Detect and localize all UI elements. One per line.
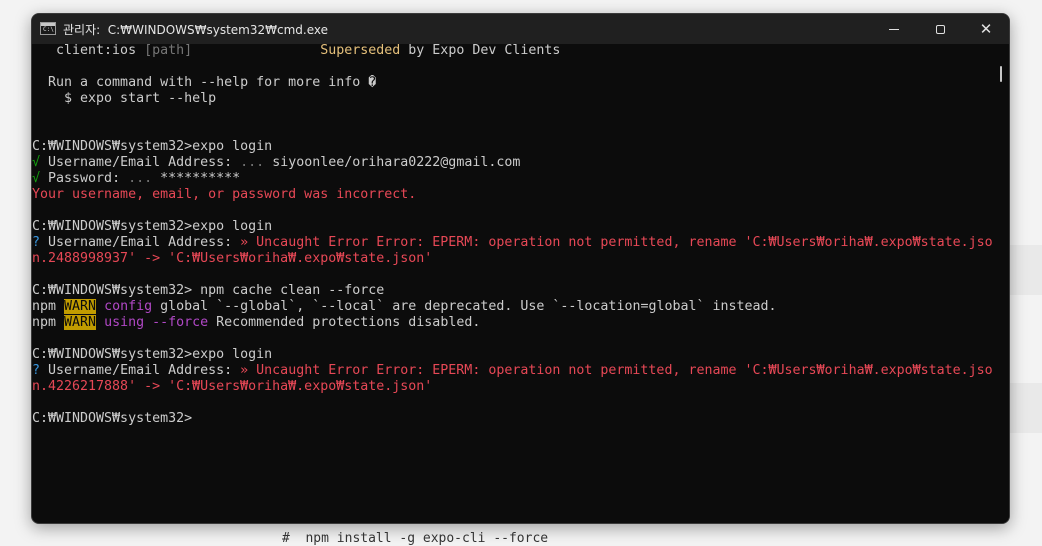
checkmark-icon: √ (32, 155, 41, 170)
console-error-line: Your username, email, or password was in… (32, 187, 417, 202)
console-error-line: n.2488998937' -> 'C:₩Users₩oriha₩.expo₩s… (32, 251, 433, 266)
console-line: npm WARN config global `--global`, `--lo… (32, 299, 777, 314)
minimize-icon (889, 28, 899, 30)
warn-badge: WARN (64, 315, 97, 330)
console-line: C:₩WINDOWS₩system32>expo login (32, 219, 273, 234)
background-panel (1008, 383, 1042, 433)
background-panel (1008, 245, 1042, 295)
cmd-window: C:\ 관리자: C:₩WINDOWS₩system32₩cmd.exe ✕ c… (31, 13, 1010, 524)
console-error-line: n.4226217888' -> 'C:₩Users₩oriha₩.expo₩s… (32, 379, 433, 394)
console-line: ? Username/Email Address: » Uncaught Err… (32, 363, 993, 378)
console-line: Run a command with --help for more info … (32, 75, 377, 90)
checkmark-icon: √ (32, 171, 41, 186)
warn-badge: WARN (64, 299, 97, 314)
maximize-icon (935, 24, 945, 34)
console-line: $ expo start --help (32, 91, 217, 106)
title-bar[interactable]: C:\ 관리자: C:₩WINDOWS₩system32₩cmd.exe ✕ (32, 14, 1009, 44)
console-line: C:₩WINDOWS₩system32>expo login (32, 139, 273, 154)
console-line: √ Username/Email Address: ... siyoonlee/… (32, 155, 521, 170)
console-line: C:₩WINDOWS₩system32> npm cache clean --f… (32, 283, 385, 298)
close-icon: ✕ (979, 19, 993, 38)
minimize-button[interactable] (871, 14, 917, 44)
close-button[interactable]: ✕ (963, 14, 1009, 44)
console-line: C:₩WINDOWS₩system32>expo login (32, 347, 273, 362)
cmd-app-icon[interactable]: C:\ (40, 22, 56, 35)
maximize-button[interactable] (917, 14, 963, 44)
window-title: 관리자: C:₩WINDOWS₩system32₩cmd.exe (63, 23, 329, 37)
question-icon: ? (32, 235, 41, 250)
command-prompt[interactable]: C:₩WINDOWS₩system32> (32, 411, 994, 427)
question-icon: ? (32, 363, 41, 378)
vertical-scrollbar[interactable] (994, 44, 1009, 523)
background-text: # npm install -g expo-cli --force (282, 531, 549, 546)
console-output[interactable]: client:ios [path] Superseded by Expo Dev… (32, 44, 994, 523)
console-line: npm WARN using --force Recommended prote… (32, 315, 481, 330)
console-line: ? Username/Email Address: » Uncaught Err… (32, 235, 993, 250)
scrollbar-thumb[interactable] (1000, 66, 1002, 82)
console-line: client:ios [path] Superseded by Expo Dev… (32, 44, 561, 58)
console-line: √ Password: ... ********** (32, 171, 241, 186)
